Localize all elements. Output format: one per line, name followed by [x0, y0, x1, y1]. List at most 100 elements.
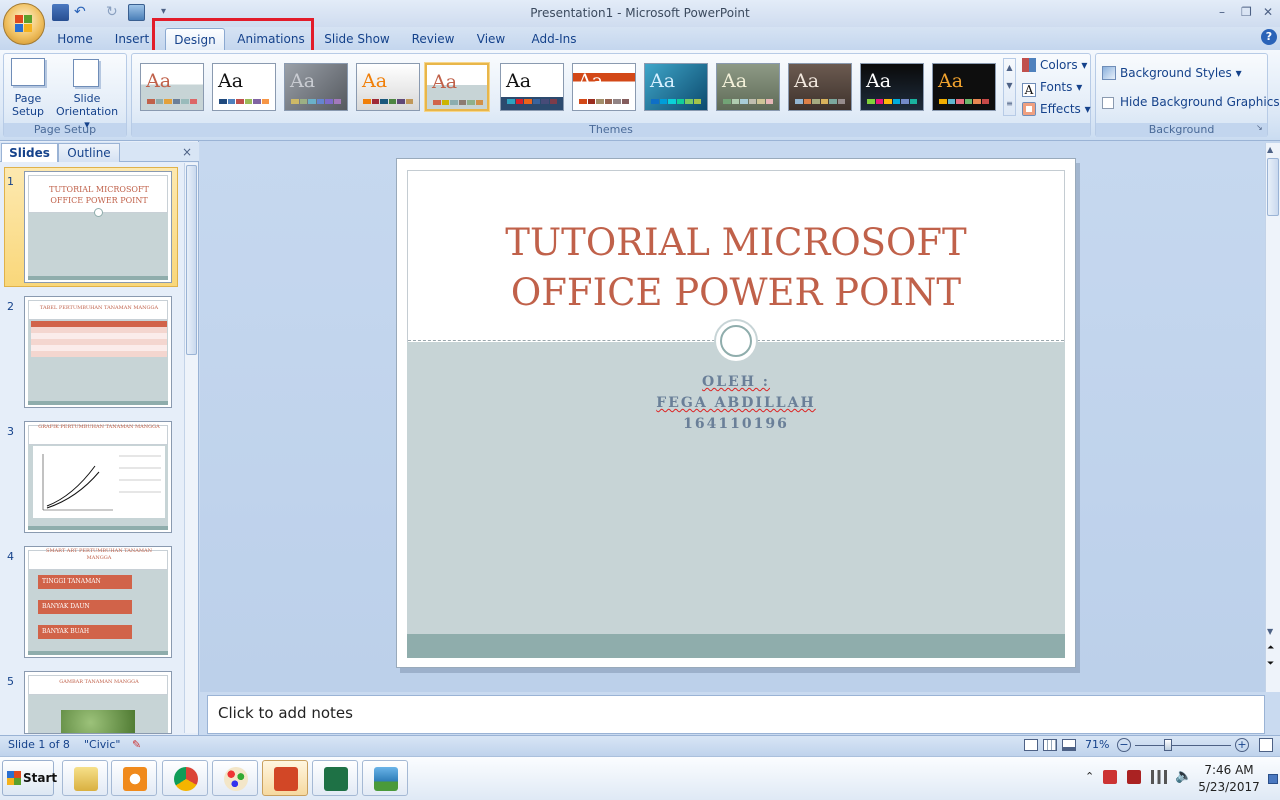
- slide-sorter-icon[interactable]: [1043, 739, 1057, 751]
- zoom-in-button[interactable]: +: [1235, 738, 1249, 752]
- theme-civic-selected[interactable]: Aa: [425, 63, 489, 111]
- slide-subtitle[interactable]: OLEH : FEGA ABDILLAH 164110196: [420, 372, 1052, 435]
- themes-gallery-scroll[interactable]: ▲ ▼ ≡: [1003, 58, 1016, 116]
- hide-background-graphics[interactable]: Hide Background Graphics: [1102, 93, 1280, 111]
- slide-thumbnail-5[interactable]: GAMBAR TANAMAN MANGGA: [24, 671, 172, 734]
- minimize-button[interactable]: –: [1219, 5, 1225, 19]
- action-center-icon[interactable]: [1103, 770, 1117, 784]
- network-signal-icon[interactable]: [1151, 770, 1167, 784]
- tab-view[interactable]: View: [472, 28, 510, 50]
- thumb-chart: [33, 446, 165, 518]
- theme-sample: Aa: [218, 70, 244, 92]
- redo-icon[interactable]: ↻: [106, 5, 123, 22]
- zoom-slider-thumb[interactable]: [1164, 739, 1172, 751]
- next-slide-icon[interactable]: ⏷: [1267, 659, 1274, 669]
- show-hidden-icons[interactable]: ⌃: [1085, 770, 1094, 783]
- undo-icon[interactable]: ↶: [74, 5, 91, 22]
- theme-sample: Aa: [506, 70, 532, 92]
- theme-office-civic[interactable]: Aa: [140, 63, 204, 111]
- scroll-down-icon[interactable]: ▼: [1004, 77, 1015, 95]
- theme-fonts-button[interactable]: A Fonts ▾: [1022, 78, 1082, 97]
- scroll-up-icon[interactable]: ▲: [1004, 59, 1015, 77]
- tab-slides[interactable]: Slides: [1, 143, 58, 162]
- theme-aspect[interactable]: Aa: [356, 63, 420, 111]
- slides-pane-scrollbar[interactable]: [184, 163, 198, 733]
- scroll-up-icon[interactable]: ▲: [1267, 145, 1273, 154]
- slide-title[interactable]: TUTORIAL MICROSOFT OFFICE POWER POINT: [420, 218, 1052, 318]
- thumb-title: GRAFIK PERTUMBUHAN TANAMAN MANGGA: [38, 424, 160, 430]
- theme-flow[interactable]: Aa: [644, 63, 708, 111]
- theme-foundry[interactable]: Aa: [716, 63, 780, 111]
- theme-colors: [867, 99, 917, 104]
- slide-number: 1: [7, 175, 14, 188]
- powerpoint-icon: [274, 767, 298, 791]
- more-themes-icon[interactable]: ≡: [1004, 95, 1015, 113]
- theme-module[interactable]: Aa: [932, 63, 996, 111]
- taskbar-media-player[interactable]: [111, 760, 157, 796]
- red-highlight-box: [152, 18, 314, 54]
- taskbar-file-explorer[interactable]: [62, 760, 108, 796]
- spell-check-icon[interactable]: ✎: [132, 738, 148, 752]
- tab-outline[interactable]: Outline: [58, 143, 120, 162]
- theme-colors-button[interactable]: Colors ▾: [1022, 56, 1087, 74]
- theme-sample: Aa: [650, 70, 676, 92]
- show-desktop-button[interactable]: [1268, 774, 1278, 784]
- slide-thumbnail-3[interactable]: GRAFIK PERTUMBUHAN TANAMAN MANGGA: [24, 421, 172, 533]
- notes-pane[interactable]: [207, 695, 1265, 734]
- media-player-icon: [123, 767, 147, 791]
- scroll-thumb[interactable]: [186, 165, 197, 355]
- slide-thumbnail-2[interactable]: TABEL PERTUMBUHAN TANAMAN MANGGA: [24, 296, 172, 408]
- dialog-launcher-icon[interactable]: ↘: [1256, 123, 1263, 132]
- taskbar-photo-viewer[interactable]: [362, 760, 408, 796]
- notes-placeholder[interactable]: Click to add notes: [218, 704, 353, 722]
- help-icon[interactable]: ?: [1261, 29, 1277, 45]
- theme-equity[interactable]: Aa: [572, 63, 636, 111]
- slide-number: 5: [7, 675, 14, 688]
- taskbar-chrome[interactable]: [162, 760, 208, 796]
- zoom-slider-track[interactable]: [1135, 745, 1231, 746]
- zoom-out-button[interactable]: −: [1117, 738, 1131, 752]
- slide-show-view-icon[interactable]: [1062, 739, 1076, 751]
- start-button[interactable]: Start: [2, 760, 57, 796]
- scroll-thumb[interactable]: [1267, 158, 1279, 216]
- slide-thumbnail-4[interactable]: SMART ART PERTUMBUHAN TANAMAN MANGGA TIN…: [24, 546, 172, 658]
- tab-review[interactable]: Review: [408, 28, 458, 50]
- page-setup-icon: [11, 58, 45, 86]
- theme-metro[interactable]: Aa: [860, 63, 924, 111]
- tab-add-ins[interactable]: Add-Ins: [528, 28, 580, 50]
- theme-effects-button[interactable]: Effects ▾: [1022, 100, 1091, 118]
- fit-to-window-icon[interactable]: [1259, 738, 1273, 752]
- tab-insert[interactable]: Insert: [110, 28, 154, 50]
- office-button[interactable]: [3, 3, 45, 45]
- restore-button[interactable]: ❐: [1241, 5, 1252, 19]
- theme-colors: [723, 99, 773, 104]
- taskbar-paint[interactable]: [212, 760, 258, 796]
- close-button[interactable]: ✕: [1263, 5, 1273, 19]
- save-icon[interactable]: [52, 4, 69, 21]
- background-styles-button[interactable]: Background Styles ▾: [1102, 64, 1242, 82]
- slide-area-scrollbar[interactable]: ▲ ▼ ⏶ ⏷: [1265, 143, 1280, 692]
- hide-background-checkbox[interactable]: [1102, 97, 1114, 109]
- theme-office[interactable]: Aa: [212, 63, 276, 111]
- customize-quick-access-icon[interactable]: ▾: [161, 6, 166, 17]
- tab-slide-show[interactable]: Slide Show: [322, 28, 392, 50]
- system-clock[interactable]: 7:46 AM 5/23/2017: [1192, 762, 1266, 796]
- previous-slide-icon[interactable]: ⏶: [1267, 643, 1274, 653]
- close-pane-icon[interactable]: ×: [182, 145, 192, 159]
- theme-sample: Aa: [866, 70, 892, 92]
- page-setup-button[interactable]: Page Setup: [6, 92, 50, 118]
- scroll-down-icon[interactable]: ▼: [1267, 627, 1273, 636]
- volume-icon[interactable]: 🔈: [1175, 768, 1192, 784]
- theme-apex[interactable]: Aa: [284, 63, 348, 111]
- tab-home[interactable]: Home: [52, 28, 98, 50]
- taskbar-excel[interactable]: [312, 760, 358, 796]
- theme-median[interactable]: Aa: [788, 63, 852, 111]
- zoom-level[interactable]: 71%: [1085, 738, 1109, 751]
- normal-view-icon[interactable]: [1024, 739, 1038, 751]
- theme-concourse[interactable]: Aa: [500, 63, 564, 111]
- picture-icon[interactable]: [128, 4, 145, 21]
- slide-thumbnail-1[interactable]: TUTORIAL MICROSOFT OFFICE POWER POINT: [24, 171, 172, 283]
- taskbar-powerpoint-active[interactable]: [262, 760, 308, 796]
- slide-orientation-button[interactable]: Slide Orientation ▾: [52, 92, 122, 131]
- security-icon[interactable]: [1127, 770, 1141, 784]
